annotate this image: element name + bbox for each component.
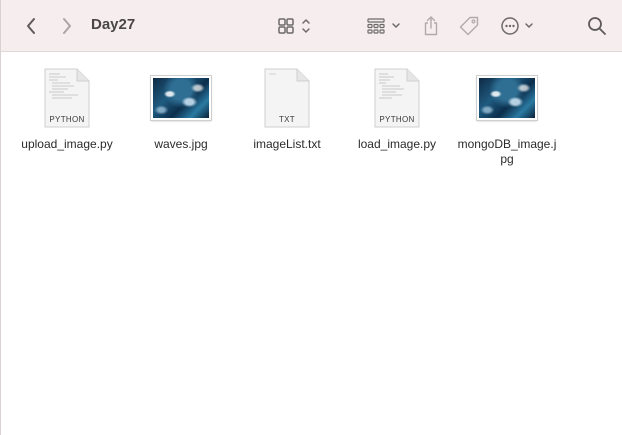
chevron-left-icon [27,18,35,34]
file-item-upload-image-py[interactable]: PYTHON upload_image.py [12,66,122,152]
file-item-waves-jpg[interactable]: waves.jpg [126,66,236,152]
more-actions-button[interactable] [497,10,539,42]
file-type-badge: PYTHON [49,115,85,124]
file-name: upload_image.py [21,137,113,151]
file-type-badge: PYTHON [379,115,415,124]
file-name: load_image.py [357,137,437,151]
file-name: waves.jpg [154,137,208,151]
chevron-right-icon [63,18,71,34]
finder-window: Day27 PYTHON upload_image.py waves.jpg T… [0,0,622,435]
grid-view-icon [278,18,310,34]
ellipsis-circle-icon [501,17,533,35]
window-title: Day27 [91,16,136,33]
share-button[interactable] [419,10,443,42]
search-button[interactable] [585,10,609,42]
text-file-icon: TXT [255,66,319,130]
view-mode-button[interactable] [273,10,317,42]
python-file-icon: PYTHON [365,66,429,130]
share-icon [424,16,438,36]
file-item-imagelist-txt[interactable]: TXT imageList.txt [232,66,342,152]
file-name: imageList.txt [253,137,321,151]
file-item-mongodb-image-jpg[interactable]: mongoDB_image.jpg [452,66,562,167]
file-grid: PYTHON upload_image.py waves.jpg TXT ima… [1,52,622,435]
group-by-button[interactable] [363,10,407,42]
toolbar: Day27 [1,0,622,52]
file-name: mongoDB_image.jpg [457,137,557,166]
group-by-icon [367,18,400,34]
back-button[interactable] [19,10,43,42]
image-thumbnail-icon [475,66,539,130]
search-icon [588,17,606,35]
file-item-load-image-py[interactable]: PYTHON load_image.py [342,66,452,152]
image-thumbnail-icon [149,66,213,130]
tag-button[interactable] [456,10,482,42]
forward-button[interactable] [55,10,79,42]
python-file-icon: PYTHON [35,66,99,130]
file-type-badge: TXT [278,115,295,124]
tag-icon [459,16,479,36]
